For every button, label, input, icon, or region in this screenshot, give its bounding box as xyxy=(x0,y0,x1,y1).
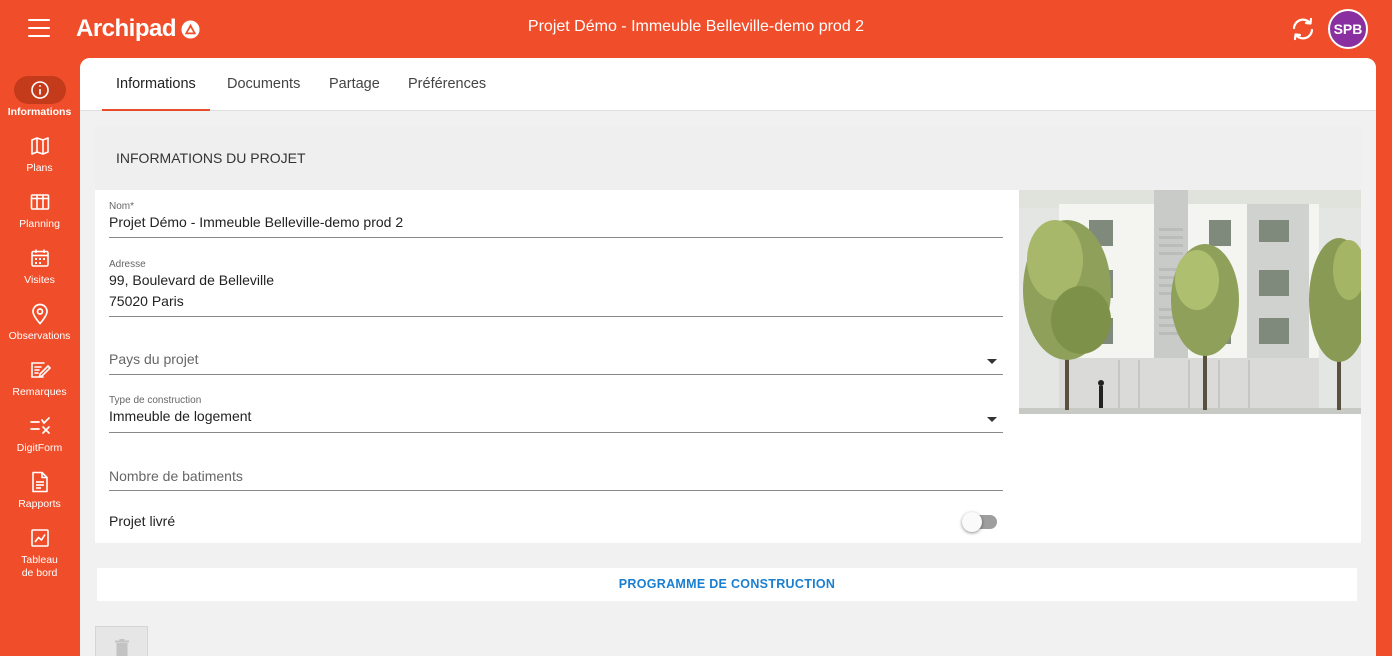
project-form: Nom* Projet Démo - Immeuble Belleville-d… xyxy=(95,190,1361,543)
trash-icon xyxy=(114,639,129,656)
delivered-label: Projet livré xyxy=(109,513,176,529)
address-label: Adresse xyxy=(109,259,146,270)
calendar-icon xyxy=(14,244,66,272)
sidebar-item-label: Informations xyxy=(7,106,72,118)
sidebar-item-tableau-de-bord[interactable]: Tableau de bord xyxy=(0,524,79,580)
info-icon xyxy=(13,76,66,104)
project-name-field[interactable]: Nom* Projet Démo - Immeuble Belleville-d… xyxy=(109,201,1003,238)
project-title: Projet Démo - Immeuble Belleville-demo p… xyxy=(527,18,865,35)
sidebar-item-label: Rapports xyxy=(18,498,61,510)
top-bar: Archipad Projet Démo - Immeuble Bellevil… xyxy=(0,0,1392,58)
sidebar-item-rapports[interactable]: Rapports xyxy=(0,468,79,511)
country-placeholder: Pays du projet xyxy=(109,351,199,367)
tab-informations[interactable]: Informations xyxy=(102,58,210,111)
sidebar-item-informations[interactable]: Informations xyxy=(0,76,79,119)
section-title: INFORMATIONS DU PROJET xyxy=(95,126,1361,190)
address-line-2: 75020 Paris xyxy=(109,293,184,309)
sidebar-item-label: Tableau de bord xyxy=(21,554,58,579)
chart-icon xyxy=(14,524,66,552)
construction-program-button[interactable]: PROGRAMME DE CONSTRUCTION xyxy=(97,568,1357,601)
sidebar-item-label: Plans xyxy=(26,162,53,174)
sidebar-item-remarques[interactable]: Remarques xyxy=(0,356,79,399)
buildings-count-field[interactable]: Nombre de batiments xyxy=(109,468,1003,491)
construction-type-value: Immeuble de logement xyxy=(109,408,252,424)
project-name-label: Nom* xyxy=(109,201,135,212)
sidebar-item-label: Observations xyxy=(8,330,71,342)
sidebar-item-observations[interactable]: Observations xyxy=(0,300,79,343)
location-pin-icon xyxy=(14,300,66,328)
planning-icon xyxy=(14,188,66,216)
dropdown-caret-icon xyxy=(987,359,997,364)
window-edge xyxy=(1376,58,1392,656)
country-select[interactable]: Pays du projet xyxy=(109,351,1003,375)
delivered-toggle[interactable] xyxy=(962,512,997,532)
toggle-knob xyxy=(962,512,982,532)
buildings-placeholder: Nombre de batiments xyxy=(109,468,243,484)
sidebar-item-label: Visites xyxy=(24,274,55,286)
address-line-1: 99, Boulevard de Belleville xyxy=(109,272,274,288)
sidebar-item-label: Planning xyxy=(19,218,60,230)
sidebar-item-visites[interactable]: Visites xyxy=(0,244,79,287)
edit-note-icon xyxy=(14,356,66,384)
tab-preferences[interactable]: Préférences xyxy=(394,58,500,111)
main-panel: Informations Documents Partage Préférenc… xyxy=(80,58,1376,656)
sidebar-item-digitform[interactable]: DigitForm xyxy=(0,412,79,455)
checklist-icon xyxy=(14,412,66,440)
tab-documents[interactable]: Documents xyxy=(213,58,314,111)
project-photo[interactable] xyxy=(1019,190,1361,414)
sidebar-item-plans[interactable]: Plans xyxy=(0,132,79,175)
construction-type-label: Type de construction xyxy=(109,395,202,406)
project-name-value: Projet Démo - Immeuble Belleville-demo p… xyxy=(109,214,404,230)
sidebar-item-label: DigitForm xyxy=(16,442,63,454)
address-field[interactable]: Adresse 99, Boulevard de Belleville 7502… xyxy=(109,259,1003,317)
sync-icon[interactable] xyxy=(1290,17,1316,41)
map-icon xyxy=(14,132,66,160)
dropdown-caret-icon xyxy=(987,417,997,422)
sidebar-item-label: Remarques xyxy=(12,386,67,398)
construction-type-select[interactable]: Type de construction Immeuble de logemen… xyxy=(109,395,1003,433)
sidebar-item-planning[interactable]: Planning xyxy=(0,188,79,231)
document-icon xyxy=(14,468,66,496)
tab-partage[interactable]: Partage xyxy=(315,58,394,111)
user-avatar[interactable]: SPB xyxy=(1328,9,1368,49)
tab-bar: Informations Documents Partage Préférenc… xyxy=(80,58,1376,111)
delete-button[interactable] xyxy=(95,626,148,656)
